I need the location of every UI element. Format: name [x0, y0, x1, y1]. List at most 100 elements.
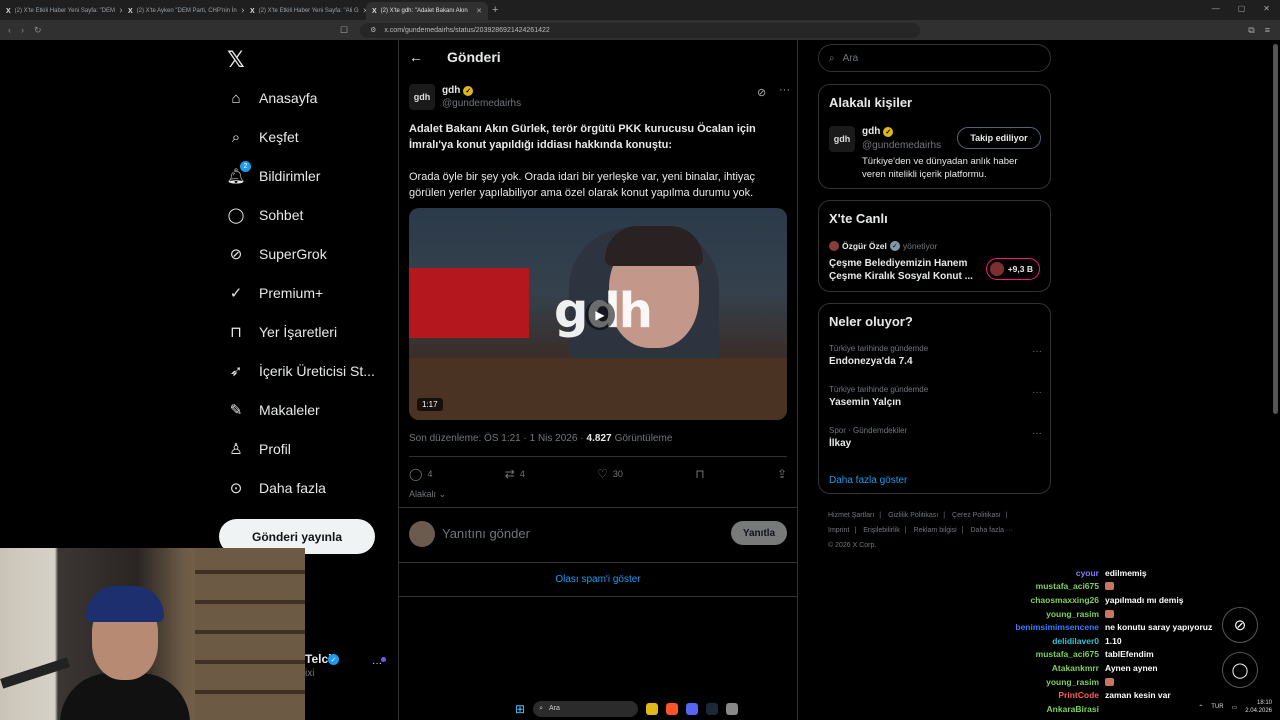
- trend-item[interactable]: Spor · Gündemdekiler İlkay ···: [829, 426, 1042, 449]
- close-tab-icon[interactable]: ✕: [476, 7, 482, 15]
- reply-input[interactable]: Yanıtını gönder: [442, 526, 530, 541]
- brave-browser-icon[interactable]: [666, 702, 679, 715]
- trend-more-icon[interactable]: ···: [1032, 346, 1042, 357]
- clock[interactable]: 18:10 2.04.2026: [1245, 699, 1272, 715]
- tweet-video[interactable]: gdh ▶ 1:17: [409, 208, 787, 420]
- nav-bookmarks[interactable]: ⊓ Yer İşaretleri: [227, 323, 337, 341]
- nav-premium[interactable]: ✓ Premium+: [227, 284, 323, 302]
- maximize-icon[interactable]: ▢: [1238, 4, 1246, 13]
- x-favicon-icon: X: [6, 7, 11, 15]
- chat-username[interactable]: young_rasim: [990, 609, 1105, 619]
- trend-item[interactable]: Türkiye tarihinde gündemde Yasemin Yalçı…: [829, 385, 1042, 408]
- more-options-icon[interactable]: ···: [779, 84, 790, 96]
- like-button[interactable]: ♡ 30: [597, 467, 623, 481]
- footer-link[interactable]: Çerez Politikası: [952, 512, 1001, 519]
- site-info-icon[interactable]: ⚙: [370, 26, 376, 34]
- url-field[interactable]: ⚙ x.com/gundemedairhs/status/20392869214…: [360, 22, 921, 38]
- discord-icon[interactable]: [686, 702, 699, 715]
- chat-username[interactable]: PrintCode: [990, 690, 1105, 700]
- browser-tab[interactable]: X (2) X'te Etkili Haber Yeni Sayfa: "Ali …: [244, 2, 366, 20]
- chat-message: AnkaraBirasi: [990, 702, 1230, 716]
- trend-item[interactable]: Türkiye tarihinde gündemde Endonezya'da …: [829, 344, 1042, 367]
- new-tab-icon[interactable]: +: [492, 4, 498, 16]
- author-name[interactable]: gdh ✓: [442, 85, 474, 96]
- repost-button[interactable]: ⇄ 4: [505, 467, 525, 481]
- author-handle[interactable]: @gundemedairhs: [442, 98, 521, 109]
- live-stream-title[interactable]: Çeşme Belediyemizin Hanem Çeşme Kiralık …: [829, 257, 979, 283]
- browser-tab-active[interactable]: X (2) X'te gdh: "Adalet Bakanı Akın ✕: [366, 2, 488, 20]
- footer-link[interactable]: Gizlilik Politikası: [888, 512, 938, 519]
- reload-icon[interactable]: ↻: [34, 25, 42, 36]
- footer-link[interactable]: Hizmet Şartları: [828, 512, 874, 519]
- footer-link[interactable]: Daha fazla ···: [971, 527, 1013, 534]
- reply-submit-button[interactable]: Yanıtla: [731, 521, 787, 545]
- share-button[interactable]: ⇪: [777, 467, 787, 481]
- footer-link[interactable]: Reklam bilgisi: [914, 527, 957, 534]
- menu-icon[interactable]: ≡: [1265, 25, 1270, 36]
- nav-profile[interactable]: ♙ Profil: [227, 440, 291, 458]
- chat-username[interactable]: cyour: [990, 568, 1105, 578]
- tray-chevron-icon[interactable]: ⌃: [1198, 704, 1203, 711]
- search-input[interactable]: ⌕ Ara: [818, 44, 1051, 72]
- chat-username[interactable]: chaosmaxxing26: [990, 595, 1105, 605]
- scrollbar[interactable]: [1273, 44, 1278, 414]
- chat-username[interactable]: mustafa_aci675: [990, 649, 1105, 659]
- x-logo-icon[interactable]: 𝕏: [227, 48, 245, 73]
- chat-username[interactable]: benimsimimsencene: [990, 622, 1105, 632]
- back-arrow-icon[interactable]: ←: [409, 49, 423, 65]
- grok-icon[interactable]: ⊘: [757, 86, 766, 99]
- listeners-pill[interactable]: +9,3 B: [986, 258, 1040, 280]
- nav-explore[interactable]: ⌕ Keşfet: [227, 128, 299, 146]
- app-icon[interactable]: [726, 702, 739, 715]
- chat-message: young_rasim: [990, 607, 1230, 621]
- following-button[interactable]: Takip ediliyor: [957, 127, 1041, 149]
- windows-start-icon[interactable]: ⊞: [515, 702, 525, 716]
- browser-tab[interactable]: X (2) X'te Etkili Haber Yeni Sayfa: "DEM ✕: [0, 2, 122, 20]
- nav-creator-studio[interactable]: ➶ İçerik Üreticisi St...: [227, 362, 375, 380]
- nav-notifications[interactable]: 🔔︎ 2 Bildirimler: [226, 161, 320, 185]
- steam-icon[interactable]: [706, 702, 719, 715]
- show-more-link[interactable]: Daha fazla göster: [829, 475, 907, 486]
- nav-more[interactable]: ⊙ Daha fazla: [227, 479, 326, 497]
- avatar[interactable]: gdh: [829, 126, 855, 152]
- chat-username[interactable]: mustafa_aci675: [990, 581, 1105, 591]
- person-name[interactable]: gdh ✓: [862, 126, 894, 137]
- nav-home[interactable]: ⌂ Anasayfa: [227, 89, 317, 107]
- divider: [399, 596, 797, 597]
- back-icon[interactable]: ‹: [8, 25, 11, 36]
- extensions-icon[interactable]: ⧉: [1248, 25, 1254, 36]
- nav-chat[interactable]: ◯ Sohbet: [227, 206, 304, 224]
- nav-supergrok[interactable]: ⊘ SuperGrok: [227, 245, 327, 263]
- trend-more-icon[interactable]: ···: [1032, 387, 1042, 398]
- forward-icon[interactable]: ›: [21, 25, 24, 36]
- close-window-icon[interactable]: ✕: [1263, 4, 1270, 13]
- reply-button[interactable]: ◯ 4: [409, 467, 432, 481]
- browser-tab[interactable]: X (2) X'te Ayken "DEM Parti, CHP'nin İn ✕: [122, 2, 244, 20]
- system-tray: ⌃ TUR ▭ 18:10 2.04.2026: [1198, 699, 1272, 715]
- bookmark-page-icon[interactable]: ☐: [340, 25, 348, 36]
- show-spam-link[interactable]: Olası spam'i göster: [399, 574, 797, 585]
- footer-link[interactable]: Erişilebilirlik: [863, 527, 900, 534]
- repost-icon: ⇄: [504, 467, 515, 481]
- messages-float-icon[interactable]: ◯: [1222, 652, 1258, 688]
- bookmark-button[interactable]: ⊓: [695, 467, 704, 481]
- author-avatar[interactable]: gdh: [409, 84, 435, 110]
- grok-float-icon[interactable]: ⊘: [1222, 607, 1258, 643]
- live-host[interactable]: Özgür Özel ✓ yönetiyor: [829, 241, 937, 251]
- play-icon[interactable]: ▶: [585, 300, 615, 330]
- trend-more-icon[interactable]: ···: [1032, 428, 1042, 439]
- minimize-icon[interactable]: —: [1212, 4, 1220, 13]
- avatar: [409, 521, 435, 547]
- taskbar-search[interactable]: ⌕ Ara: [533, 700, 639, 717]
- chat-username[interactable]: young_rasim: [990, 677, 1105, 687]
- footer-link[interactable]: Imprint: [828, 527, 849, 534]
- chat-username[interactable]: Atakankmrr: [990, 663, 1105, 673]
- card-title: Neler oluyor?: [829, 314, 913, 329]
- language-indicator[interactable]: TUR: [1211, 704, 1223, 710]
- related-dropdown[interactable]: Alakalı ⌄: [409, 489, 446, 500]
- chat-username[interactable]: AnkaraBirasi: [990, 704, 1105, 714]
- file-explorer-icon[interactable]: [646, 702, 659, 715]
- network-icon[interactable]: ▭: [1232, 704, 1238, 711]
- chat-username[interactable]: delidilaver0: [990, 636, 1105, 646]
- nav-articles[interactable]: ✎ Makaleler: [227, 401, 320, 419]
